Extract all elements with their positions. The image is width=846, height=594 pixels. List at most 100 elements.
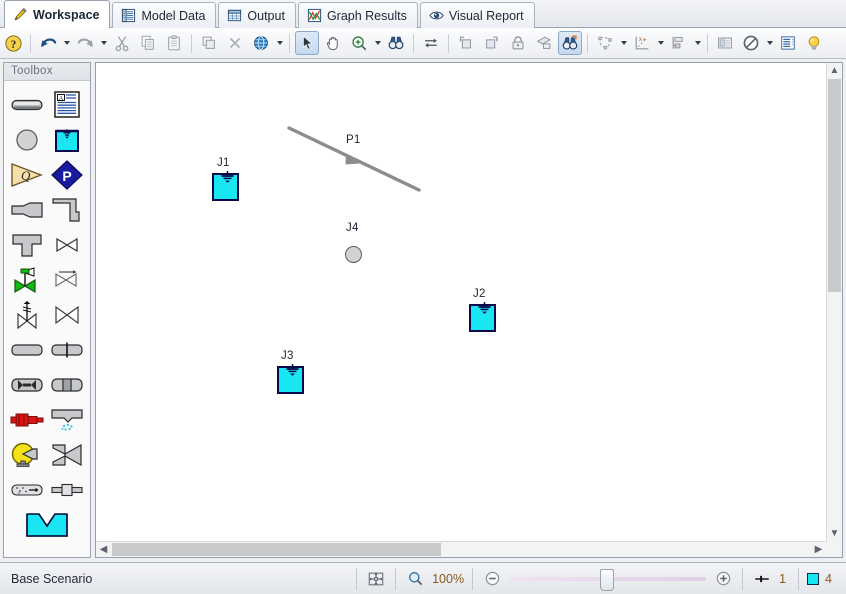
tee-tool[interactable] [7,227,47,262]
inspect-icon[interactable] [558,31,582,55]
zoom-slider-thumb[interactable] [600,568,615,591]
relief-valve-tool[interactable] [7,297,47,332]
zoom-out-icon[interactable] [481,568,503,590]
junction-J4[interactable] [345,246,362,263]
toolbox-grid: A Q P [4,81,90,542]
workspace-layers-dropdown-arrow[interactable] [618,31,629,55]
venturi-tool[interactable] [7,367,47,402]
cut-icon[interactable] [110,31,134,55]
delete-icon[interactable] [223,31,247,55]
junction-label-J3: J3 [281,350,294,362]
bring-to-front-icon[interactable] [480,31,504,55]
align-objects-icon[interactable]: + [667,31,691,55]
tab-model-data[interactable]: Model Data [112,2,217,28]
tab-workspace[interactable]: Workspace [4,0,111,28]
workspace-layers-icon[interactable] [593,31,617,55]
global-edit-dropdown-arrow[interactable] [274,31,285,55]
assigned-flow-tool[interactable]: Q [7,157,47,192]
horizontal-scrollbar[interactable]: ◀ ▶ [96,541,826,557]
control-valve-tool[interactable] [7,262,47,297]
disable-icon[interactable] [739,31,763,55]
reservoir-tool[interactable] [4,507,90,542]
branch-icon [345,246,362,263]
scroll-left-icon[interactable]: ◀ [96,542,111,557]
junction-J2[interactable] [469,302,496,332]
annotation-dropdown-arrow[interactable] [655,31,666,55]
annotation-icon[interactable]: + x [630,31,654,55]
orifice-plate-tool[interactable] [7,472,47,507]
screen-tool[interactable] [47,367,87,402]
scrollbar-corner [826,541,842,557]
select-pointer-icon[interactable] [295,31,319,55]
assigned-pressure-tool[interactable]: P [47,157,87,192]
bend-tool[interactable] [47,192,87,227]
zoom-in-icon[interactable] [712,568,734,590]
align-objects-dropdown-arrow[interactable] [692,31,703,55]
junction-J3[interactable] [277,364,304,394]
tank-junction-tool[interactable] [47,122,87,157]
status-separator [472,567,474,590]
valve-tool[interactable] [47,227,87,262]
reducer-tool[interactable] [7,192,47,227]
global-edit-icon[interactable] [249,31,273,55]
pipe-P1[interactable] [96,63,826,541]
pan-hand-icon[interactable] [321,31,345,55]
branch-junction-tool[interactable] [7,122,47,157]
orifice-tool[interactable] [47,332,87,367]
undo-dropdown-arrow[interactable] [61,31,72,55]
spray-discharge-tool[interactable] [47,402,87,437]
vertical-scrollbar-thumb[interactable] [828,79,841,292]
lock-icon[interactable] [506,31,530,55]
toolbar-separator [587,33,588,53]
scroll-up-icon[interactable]: ▲ [827,63,842,78]
volume-balance-tool[interactable] [7,437,47,472]
help-icon[interactable]: ? [1,31,25,55]
pipe-tool[interactable] [7,87,47,122]
check-valve-tool[interactable] [47,262,87,297]
reverse-direction-icon[interactable] [419,31,443,55]
find-icon[interactable] [384,31,408,55]
tab-visual-report[interactable]: Visual Report [419,2,535,28]
horizontal-scrollbar-thumb[interactable] [112,543,441,556]
fit-to-window-icon[interactable] [365,568,387,590]
send-to-back-icon[interactable] [454,31,478,55]
pencil-icon [13,7,28,22]
junction-J1[interactable] [212,171,239,201]
disable-dropdown-arrow[interactable] [764,31,775,55]
static-element-tool[interactable] [47,437,87,472]
status-separator [742,567,744,590]
heat-exchanger-tool[interactable] [7,332,47,367]
zoom-slider[interactable] [509,568,707,591]
group-icon[interactable] [532,31,556,55]
annotation-tool[interactable]: A [47,87,87,122]
scroll-right-icon[interactable]: ▶ [811,542,826,557]
list-icon[interactable] [776,31,800,55]
paste-icon[interactable] [162,31,186,55]
application-window: Workspace Model Data Output Graph Result… [0,0,846,594]
workspace-drawing-surface[interactable]: P1 J1 J4 J2 J3 [96,63,826,541]
scroll-down-icon[interactable]: ▼ [827,526,842,541]
pipe-count-icon [751,568,773,590]
svg-text:Q: Q [21,168,31,183]
svg-text:?: ? [10,38,16,50]
redo-dropdown-arrow[interactable] [98,31,109,55]
tab-label: Workspace [33,7,100,22]
junction-count-value: 4 [825,571,832,586]
vertical-scrollbar[interactable]: ▲ ▼ [826,63,842,541]
workspace-canvas-area[interactable]: P1 J1 J4 J2 J3 ▲ ▼ ◀ ▶ [95,62,843,558]
hint-bulb-icon[interactable] [802,31,826,55]
undo-icon[interactable] [36,31,60,55]
zoom-dropdown-arrow[interactable] [372,31,383,55]
duplicate-icon[interactable] [197,31,221,55]
notes-icon[interactable] [713,31,737,55]
pump-tool[interactable] [7,402,47,437]
redo-icon[interactable] [73,31,97,55]
tab-output[interactable]: Output [218,2,296,28]
flow-meter-tool[interactable] [47,472,87,507]
status-separator [395,567,397,590]
tab-graph-results[interactable]: Graph Results [297,2,418,28]
zoom-level-group[interactable]: 100% [404,568,464,590]
zoom-icon[interactable] [347,31,371,55]
general-component-tool[interactable] [47,297,87,332]
copy-icon[interactable] [136,31,160,55]
